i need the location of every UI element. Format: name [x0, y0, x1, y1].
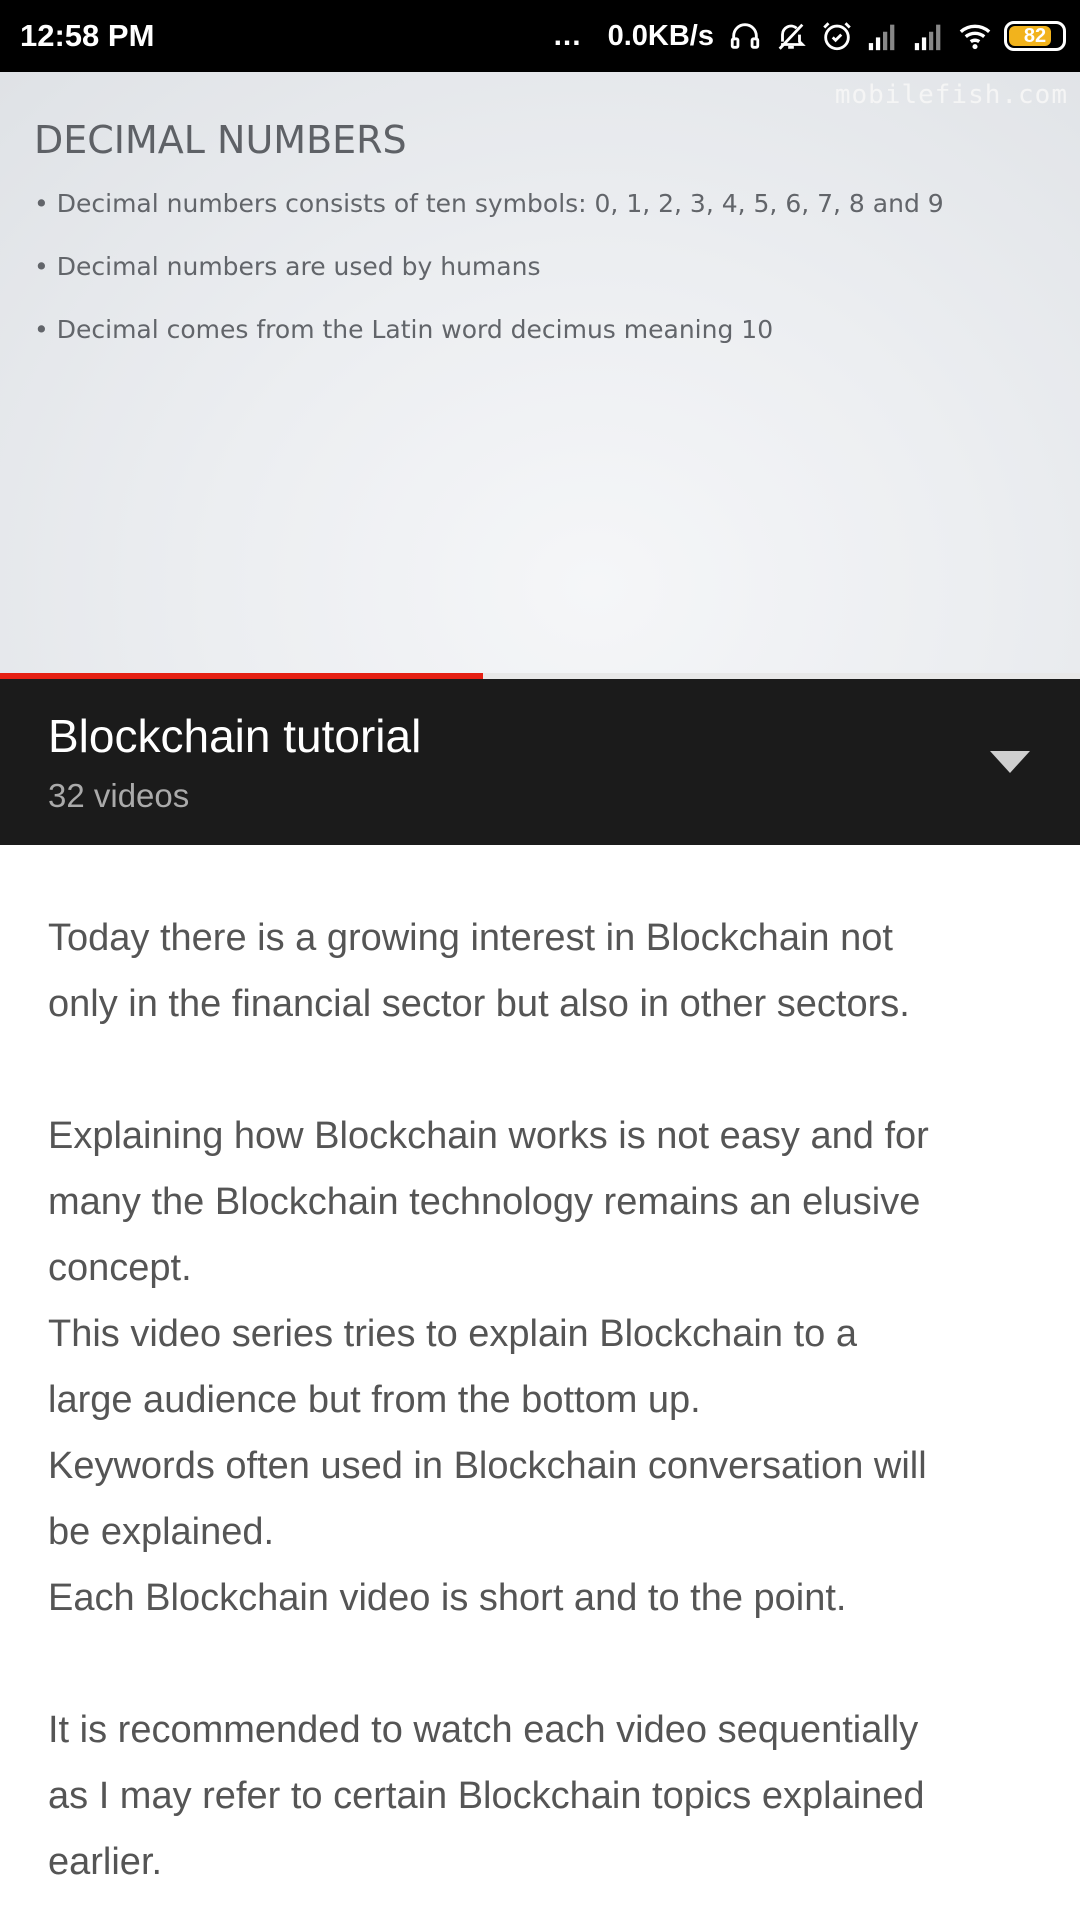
- description-line: concept.: [48, 1247, 192, 1289]
- description-blank-line: [48, 1631, 1038, 1697]
- playlist-title: Blockchain tutorial: [48, 710, 422, 762]
- description-blank-line: [48, 1037, 1038, 1103]
- description-line: Today there is a growing interest in Blo…: [48, 917, 893, 959]
- chevron-down-icon: [990, 751, 1030, 773]
- alarm-icon: [823, 22, 851, 51]
- description-line: earlier.: [48, 1841, 163, 1883]
- slide-bullet: Decimal numbers are used by humans: [34, 247, 944, 310]
- status-time: 12:58 PM: [20, 18, 155, 53]
- status-icons: ... 0.0KB/s 82: [554, 0, 1066, 72]
- video-player[interactable]: mobilefish.com DECIMAL NUMBERS Decimal n…: [0, 72, 1080, 677]
- video-description: to name a few. Today there is a growing …: [0, 845, 1080, 1920]
- battery-icon: 82: [1004, 21, 1066, 51]
- playlist-header[interactable]: Blockchain tutorial 32 videos: [0, 679, 1080, 845]
- status-bar: 12:58 PM ... 0.0KB/s 82: [0, 0, 1080, 72]
- slide-title: DECIMAL NUMBERS: [34, 118, 407, 162]
- description-line: Each Blockchain video is short and to th…: [48, 1577, 847, 1619]
- description-line: This video series tries to explain Block…: [48, 1313, 857, 1355]
- description-line: Explaining how Blockchain works is not e…: [48, 1115, 929, 1157]
- slide-bullet: Decimal numbers consists of ten symbols:…: [34, 184, 944, 247]
- description-body: Today there is a growing interest in Blo…: [48, 905, 1038, 1895]
- slide-bullet: Decimal comes from the Latin word decimu…: [34, 310, 944, 373]
- network-speed: 0.0KB/s: [607, 19, 714, 52]
- battery-level: 82: [1023, 24, 1047, 47]
- video-watermark: mobilefish.com: [834, 80, 1068, 110]
- description-line: many the Blockchain technology remains a…: [48, 1181, 921, 1223]
- description-line: as I may refer to certain Blockchain top…: [48, 1775, 925, 1817]
- signal-icon: [868, 24, 895, 51]
- description-line: It is recommended to watch each video se…: [48, 1709, 919, 1751]
- description-line: be explained.: [48, 1511, 275, 1553]
- playlist-video-count: 32 videos: [48, 777, 190, 814]
- description-line: Keywords often used in Blockchain conver…: [48, 1445, 927, 1487]
- description-line: large audience but from the bottom up.: [48, 1379, 701, 1421]
- description-clipped-line: to name a few.: [48, 845, 295, 863]
- playlist-expand-button[interactable]: [980, 737, 1040, 787]
- description-line: only in the financial sector but also in…: [48, 983, 910, 1025]
- headphones-icon: [730, 23, 760, 49]
- more-notifications-icon: ...: [553, 19, 582, 52]
- wifi-icon: [959, 24, 991, 50]
- signal-icon: [914, 24, 941, 51]
- slide-bullets: Decimal numbers consists of ten symbols:…: [34, 184, 944, 373]
- mute-icon: [778, 23, 806, 50]
